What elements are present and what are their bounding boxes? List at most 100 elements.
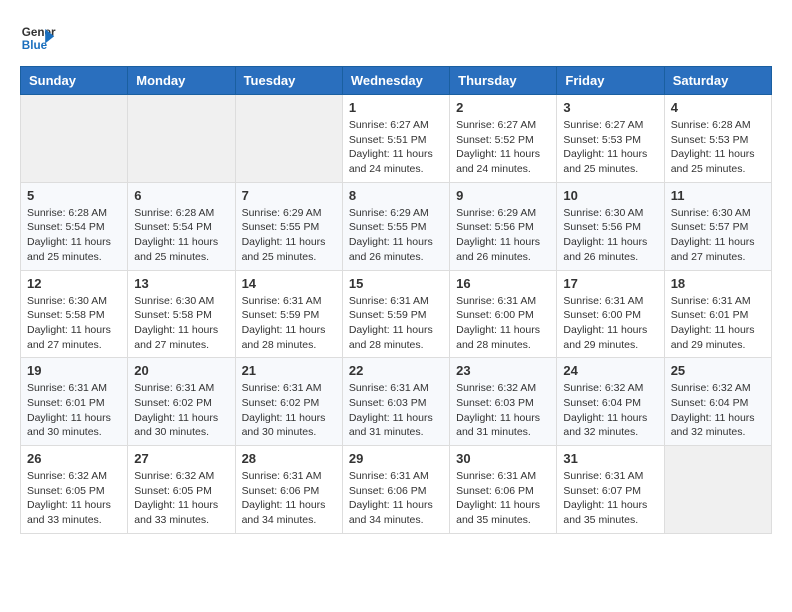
day-number: 10 (563, 188, 657, 203)
day-info: Sunrise: 6:28 AMSunset: 5:54 PMDaylight:… (134, 206, 228, 265)
weekday-header-monday: Monday (128, 67, 235, 95)
weekday-header-row: SundayMondayTuesdayWednesdayThursdayFrid… (21, 67, 772, 95)
calendar-cell: 24Sunrise: 6:32 AMSunset: 6:04 PMDayligh… (557, 358, 664, 446)
calendar-cell: 17Sunrise: 6:31 AMSunset: 6:00 PMDayligh… (557, 270, 664, 358)
day-number: 20 (134, 363, 228, 378)
day-info: Sunrise: 6:30 AMSunset: 5:58 PMDaylight:… (134, 294, 228, 353)
calendar-cell: 19Sunrise: 6:31 AMSunset: 6:01 PMDayligh… (21, 358, 128, 446)
calendar-cell: 12Sunrise: 6:30 AMSunset: 5:58 PMDayligh… (21, 270, 128, 358)
calendar-cell: 9 Sunrise: 6:29 AMSunset: 5:56 PMDaylight… (450, 182, 557, 270)
day-number: 4 (671, 100, 765, 115)
svg-text:Blue: Blue (22, 39, 48, 52)
day-number: 2 (456, 100, 550, 115)
day-number: 27 (134, 451, 228, 466)
day-info: Sunrise: 6:29 AMSunset: 5:55 PMDaylight:… (242, 206, 336, 265)
day-number: 13 (134, 276, 228, 291)
day-number: 9 (456, 188, 550, 203)
day-info: Sunrise: 6:32 AMSunset: 6:04 PMDaylight:… (563, 381, 657, 440)
day-info: Sunrise: 6:31 AMSunset: 6:02 PMDaylight:… (134, 381, 228, 440)
calendar-cell: 11 Sunrise: 6:30 AMSunset: 5:57 PMDayligh… (664, 182, 771, 270)
weekday-header-thursday: Thursday (450, 67, 557, 95)
calendar-cell: 7 Sunrise: 6:29 AMSunset: 5:55 PMDaylight… (235, 182, 342, 270)
day-number: 18 (671, 276, 765, 291)
day-info: Sunrise: 6:30 AMSunset: 5:56 PMDaylight:… (563, 206, 657, 265)
calendar-week-row: 1 Sunrise: 6:27 AMSunset: 5:51 PMDaylight… (21, 95, 772, 183)
day-number: 21 (242, 363, 336, 378)
calendar-cell: 26Sunrise: 6:32 AMSunset: 6:05 PMDayligh… (21, 446, 128, 534)
calendar-cell: 29Sunrise: 6:31 AMSunset: 6:06 PMDayligh… (342, 446, 449, 534)
day-info: Sunrise: 6:29 AMSunset: 5:55 PMDaylight:… (349, 206, 443, 265)
calendar-cell (128, 95, 235, 183)
day-info: Sunrise: 6:27 AMSunset: 5:52 PMDaylight:… (456, 118, 550, 177)
calendar-cell: 1 Sunrise: 6:27 AMSunset: 5:51 PMDaylight… (342, 95, 449, 183)
calendar-cell (235, 95, 342, 183)
weekday-header-tuesday: Tuesday (235, 67, 342, 95)
day-info: Sunrise: 6:31 AMSunset: 6:00 PMDaylight:… (456, 294, 550, 353)
day-info: Sunrise: 6:29 AMSunset: 5:56 PMDaylight:… (456, 206, 550, 265)
calendar-cell: 14 Sunrise: 6:31 AMSunset: 5:59 PMDayligh… (235, 270, 342, 358)
calendar-cell (664, 446, 771, 534)
day-info: Sunrise: 6:31 AMSunset: 6:01 PMDaylight:… (27, 381, 121, 440)
calendar-body: 1 Sunrise: 6:27 AMSunset: 5:51 PMDaylight… (21, 95, 772, 534)
day-number: 23 (456, 363, 550, 378)
calendar-cell: 15Sunrise: 6:31 AMSunset: 5:59 PMDayligh… (342, 270, 449, 358)
day-number: 22 (349, 363, 443, 378)
calendar-cell: 31 Sunrise: 6:31 AMSunset: 6:07 PMDayligh… (557, 446, 664, 534)
day-number: 15 (349, 276, 443, 291)
weekday-header-sunday: Sunday (21, 67, 128, 95)
calendar-cell: 2 Sunrise: 6:27 AMSunset: 5:52 PMDaylight… (450, 95, 557, 183)
calendar-cell: 6 Sunrise: 6:28 AMSunset: 5:54 PMDaylight… (128, 182, 235, 270)
calendar-week-row: 12Sunrise: 6:30 AMSunset: 5:58 PMDayligh… (21, 270, 772, 358)
day-info: Sunrise: 6:30 AMSunset: 5:58 PMDaylight:… (27, 294, 121, 353)
day-number: 14 (242, 276, 336, 291)
day-info: Sunrise: 6:28 AMSunset: 5:54 PMDaylight:… (27, 206, 121, 265)
calendar-cell: 22 Sunrise: 6:31 AMSunset: 6:03 PMDayligh… (342, 358, 449, 446)
day-info: Sunrise: 6:31 AMSunset: 6:00 PMDaylight:… (563, 294, 657, 353)
day-number: 31 (563, 451, 657, 466)
day-number: 29 (349, 451, 443, 466)
day-info: Sunrise: 6:31 AMSunset: 5:59 PMDaylight:… (242, 294, 336, 353)
weekday-header-saturday: Saturday (664, 67, 771, 95)
calendar-cell: 3 Sunrise: 6:27 AMSunset: 5:53 PMDaylight… (557, 95, 664, 183)
day-info: Sunrise: 6:32 AMSunset: 6:05 PMDaylight:… (134, 469, 228, 528)
day-info: Sunrise: 6:32 AMSunset: 6:03 PMDaylight:… (456, 381, 550, 440)
calendar-cell: 28Sunrise: 6:31 AMSunset: 6:06 PMDayligh… (235, 446, 342, 534)
day-info: Sunrise: 6:30 AMSunset: 5:57 PMDaylight:… (671, 206, 765, 265)
day-number: 30 (456, 451, 550, 466)
day-number: 11 (671, 188, 765, 203)
day-info: Sunrise: 6:31 AMSunset: 6:01 PMDaylight:… (671, 294, 765, 353)
calendar-cell: 16 Sunrise: 6:31 AMSunset: 6:00 PMDayligh… (450, 270, 557, 358)
day-number: 8 (349, 188, 443, 203)
calendar-week-row: 19Sunrise: 6:31 AMSunset: 6:01 PMDayligh… (21, 358, 772, 446)
calendar-cell: 20 Sunrise: 6:31 AMSunset: 6:02 PMDayligh… (128, 358, 235, 446)
day-info: Sunrise: 6:31 AMSunset: 6:06 PMDaylight:… (456, 469, 550, 528)
page-header: General Blue (20, 20, 772, 56)
calendar-cell: 30 Sunrise: 6:31 AMSunset: 6:06 PMDayligh… (450, 446, 557, 534)
weekday-header-wednesday: Wednesday (342, 67, 449, 95)
calendar-cell: 23 Sunrise: 6:32 AMSunset: 6:03 PMDayligh… (450, 358, 557, 446)
logo-icon: General Blue (20, 20, 56, 56)
day-info: Sunrise: 6:31 AMSunset: 6:07 PMDaylight:… (563, 469, 657, 528)
day-number: 7 (242, 188, 336, 203)
calendar-cell: 21 Sunrise: 6:31 AMSunset: 6:02 PMDayligh… (235, 358, 342, 446)
logo: General Blue (20, 20, 56, 56)
calendar-cell: 10 Sunrise: 6:30 AMSunset: 5:56 PMDayligh… (557, 182, 664, 270)
calendar-cell: 18 Sunrise: 6:31 AMSunset: 6:01 PMDayligh… (664, 270, 771, 358)
day-number: 1 (349, 100, 443, 115)
day-number: 16 (456, 276, 550, 291)
day-info: Sunrise: 6:28 AMSunset: 5:53 PMDaylight:… (671, 118, 765, 177)
calendar-week-row: 26 Sunrise: 6:32 AMSunset: 6:05 PMDayligh… (21, 446, 772, 534)
day-number: 6 (134, 188, 228, 203)
day-info: Sunrise: 6:27 AMSunset: 5:53 PMDaylight:… (563, 118, 657, 177)
calendar-week-row: 5Sunrise: 6:28 AMSunset: 5:54 PMDaylight… (21, 182, 772, 270)
calendar-cell: 13 Sunrise: 6:30 AMSunset: 5:58 PMDayligh… (128, 270, 235, 358)
weekday-header-friday: Friday (557, 67, 664, 95)
day-info: Sunrise: 6:27 AMSunset: 5:51 PMDaylight:… (349, 118, 443, 177)
day-info: Sunrise: 6:32 AMSunset: 6:04 PMDaylight:… (671, 381, 765, 440)
day-info: Sunrise: 6:31 AMSunset: 6:02 PMDaylight:… (242, 381, 336, 440)
calendar-cell: 27 Sunrise: 6:32 AMSunset: 6:05 PMDayligh… (128, 446, 235, 534)
day-number: 3 (563, 100, 657, 115)
day-info: Sunrise: 6:31 AMSunset: 6:03 PMDaylight:… (349, 381, 443, 440)
day-number: 26 (27, 451, 121, 466)
calendar-table: SundayMondayTuesdayWednesdayThursdayFrid… (20, 66, 772, 534)
